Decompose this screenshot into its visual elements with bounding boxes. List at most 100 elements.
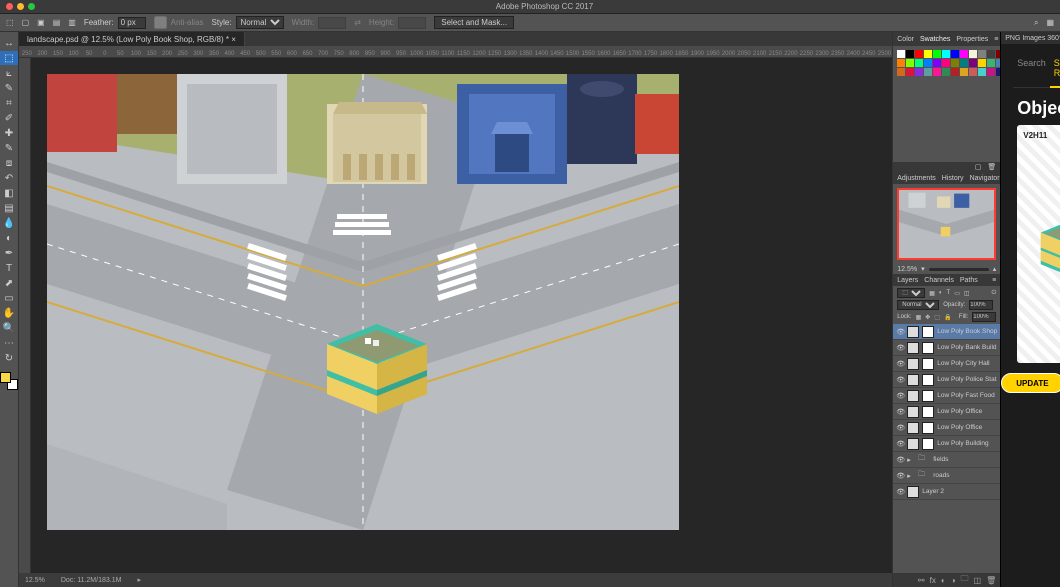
visibility-icon[interactable]: 👁 bbox=[896, 408, 904, 416]
swatch[interactable] bbox=[951, 68, 959, 76]
visibility-icon[interactable]: 👁 bbox=[896, 360, 904, 368]
blur-tool[interactable]: 💧 bbox=[0, 216, 18, 230]
new-layer-icon[interactable]: ◫ bbox=[974, 576, 982, 585]
crop-tool[interactable]: ⌗ bbox=[0, 96, 18, 110]
tab-spin-rotate[interactable]: Spin & Rotate bbox=[1050, 52, 1060, 88]
search-icon[interactable]: ⌕ bbox=[1034, 18, 1038, 28]
swatch[interactable] bbox=[969, 59, 977, 67]
tab-adjustments[interactable]: Adjustments bbox=[897, 175, 936, 182]
edit-toolbar[interactable]: ↻ bbox=[0, 351, 18, 365]
swatch[interactable] bbox=[915, 68, 923, 76]
visibility-icon[interactable]: 👁 bbox=[896, 328, 904, 336]
close-window-icon[interactable] bbox=[6, 3, 13, 10]
swatch[interactable] bbox=[933, 59, 941, 67]
visibility-icon[interactable]: 👁 bbox=[896, 392, 904, 400]
dodge-tool[interactable]: ◐ bbox=[0, 231, 18, 245]
lock-artboard-icon[interactable]: ⬚ bbox=[934, 314, 940, 321]
swatch[interactable] bbox=[969, 68, 977, 76]
opacity-input[interactable] bbox=[969, 300, 993, 310]
layer-group-row[interactable]: 👁▸🗀roads bbox=[893, 468, 1000, 484]
minimize-window-icon[interactable] bbox=[17, 3, 24, 10]
gradient-tool[interactable]: ▤ bbox=[0, 201, 18, 215]
swatch[interactable] bbox=[897, 59, 905, 67]
swatch[interactable] bbox=[924, 68, 932, 76]
lasso-tool[interactable]: ⟀ bbox=[0, 66, 18, 80]
layer-fx-icon[interactable]: fx bbox=[930, 576, 936, 585]
document-tab[interactable]: landscape.psd @ 12.5% (Low Poly Book Sho… bbox=[19, 32, 245, 46]
layer-group-row[interactable]: 👁▸🗀fields bbox=[893, 452, 1000, 468]
quick-select-tool[interactable]: ✎ bbox=[0, 81, 18, 95]
add-selection-icon[interactable]: ▣ bbox=[37, 18, 45, 27]
maximize-window-icon[interactable] bbox=[28, 3, 35, 10]
layer-mask-icon[interactable]: ◐ bbox=[941, 576, 946, 585]
link-layers-icon[interactable]: ⚯ bbox=[918, 576, 925, 585]
new-selection-icon[interactable]: ▢ bbox=[22, 18, 30, 27]
swatch[interactable] bbox=[897, 50, 905, 58]
swatch[interactable] bbox=[906, 59, 914, 67]
adjustment-layer-icon[interactable]: ◑ bbox=[951, 576, 956, 585]
select-and-mask-button[interactable]: Select and Mask... bbox=[434, 16, 514, 29]
zoom-in-icon[interactable]: ▴ bbox=[993, 265, 997, 273]
tab-paths[interactable]: Paths bbox=[960, 277, 978, 284]
brush-tool[interactable]: ✎ bbox=[0, 141, 18, 155]
swatch[interactable] bbox=[924, 50, 932, 58]
swatch[interactable] bbox=[960, 59, 968, 67]
more-tools[interactable]: ⋯ bbox=[0, 336, 18, 350]
hand-tool[interactable]: ✋ bbox=[0, 306, 18, 320]
layer-row[interactable]: 👁Layer 2 bbox=[893, 484, 1000, 500]
layer-row[interactable]: 👁Low Poly Office bbox=[893, 404, 1000, 420]
lock-pixels-icon[interactable]: ▦ bbox=[916, 314, 922, 321]
layer-row[interactable]: 👁Low Poly Police Stat... bbox=[893, 372, 1000, 388]
panel-menu-icon[interactable]: ≡ bbox=[992, 277, 996, 284]
swatch[interactable] bbox=[951, 59, 959, 67]
update-button[interactable]: UPDATE bbox=[1001, 373, 1060, 393]
filter-type-icon[interactable]: T bbox=[947, 290, 951, 296]
visibility-icon[interactable]: 👁 bbox=[896, 472, 904, 480]
path-select-tool[interactable]: ⬈ bbox=[0, 276, 18, 290]
swatch[interactable] bbox=[978, 68, 986, 76]
workspace-icon[interactable]: ▦ bbox=[1046, 18, 1054, 27]
feather-input[interactable] bbox=[118, 17, 146, 29]
swatch[interactable] bbox=[915, 59, 923, 67]
folder-chevron-icon[interactable]: ▸ bbox=[907, 472, 915, 480]
eraser-tool[interactable]: ◧ bbox=[0, 186, 18, 200]
tab-properties[interactable]: Properties bbox=[956, 36, 988, 43]
subtract-selection-icon[interactable]: ▤ bbox=[53, 18, 61, 27]
new-group-icon[interactable]: 🗀 bbox=[961, 573, 969, 587]
swatch[interactable] bbox=[942, 68, 950, 76]
tab-history[interactable]: History bbox=[942, 175, 964, 182]
style-select[interactable]: Normal bbox=[236, 16, 284, 29]
tab-color[interactable]: Color bbox=[897, 36, 914, 43]
swatch[interactable] bbox=[960, 50, 968, 58]
swatch[interactable] bbox=[942, 59, 950, 67]
swatch[interactable] bbox=[933, 50, 941, 58]
stamp-tool[interactable]: ⧈ bbox=[0, 156, 18, 170]
tab-layers[interactable]: Layers bbox=[897, 277, 918, 284]
swatch[interactable] bbox=[915, 50, 923, 58]
filter-pixel-icon[interactable]: ▦ bbox=[929, 290, 935, 297]
filter-toggle-icon[interactable]: ⏻ bbox=[992, 290, 997, 297]
canvas-viewport[interactable] bbox=[31, 58, 892, 573]
swatch[interactable] bbox=[906, 50, 914, 58]
lock-all-icon[interactable]: 🔒 bbox=[944, 314, 951, 321]
layer-filter-select[interactable]: ⬚ bbox=[897, 288, 925, 298]
tab-search[interactable]: Search bbox=[1013, 52, 1050, 87]
visibility-icon[interactable]: 👁 bbox=[896, 424, 904, 432]
filter-smart-icon[interactable]: ◫ bbox=[964, 290, 970, 297]
filter-shape-icon[interactable]: ▭ bbox=[954, 290, 960, 297]
swatch[interactable] bbox=[906, 68, 914, 76]
panel-menu-icon[interactable]: ≡ bbox=[994, 36, 998, 43]
swatch[interactable] bbox=[987, 50, 995, 58]
new-swatch-icon[interactable]: ▢ bbox=[975, 163, 982, 171]
delete-swatch-icon[interactable]: 🗑 bbox=[987, 163, 996, 171]
swatch[interactable] bbox=[987, 59, 995, 67]
swatches-grid[interactable] bbox=[893, 46, 1000, 162]
layer-row[interactable]: 👁Low Poly Fast Food ... bbox=[893, 388, 1000, 404]
swatch[interactable] bbox=[960, 68, 968, 76]
zoom-slider[interactable] bbox=[929, 268, 989, 271]
visibility-icon[interactable]: 👁 bbox=[896, 488, 904, 496]
tab-navigator[interactable]: Navigator bbox=[970, 175, 1000, 182]
layer-row[interactable]: 👁Low Poly Bank Build... bbox=[893, 340, 1000, 356]
zoom-level[interactable]: 12.5% bbox=[25, 577, 45, 584]
tab-channels[interactable]: Channels bbox=[924, 277, 954, 284]
